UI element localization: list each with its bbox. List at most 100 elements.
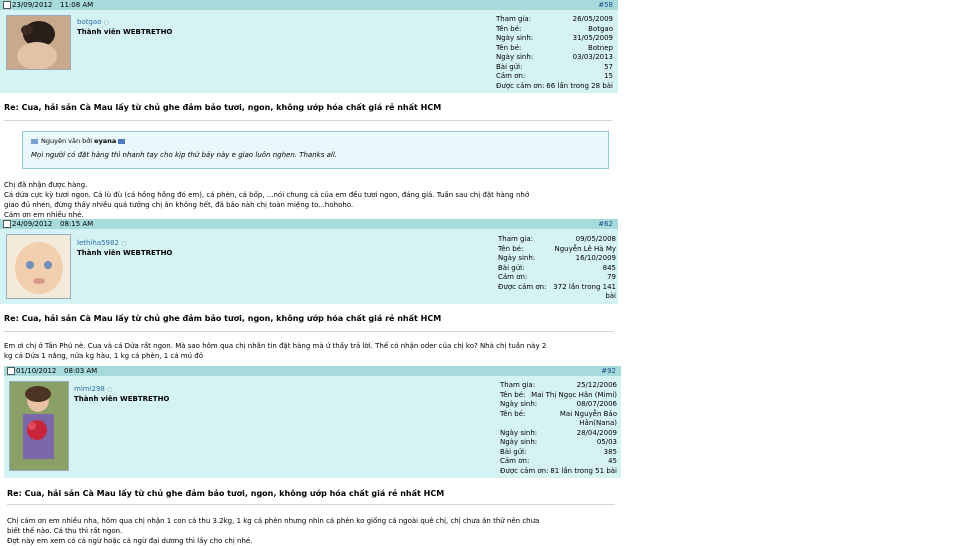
post-time: 08:15 AM <box>60 220 94 228</box>
body-line: Đợt này em xem có cá ngừ hoặc cá ngừ đại… <box>7 537 253 545</box>
username-link[interactable]: botgao ○ <box>77 18 109 26</box>
avatar[interactable] <box>9 381 69 471</box>
stat-value: 25/12/2006 <box>576 381 617 389</box>
body-line: kg cá Dứa 1 nắng, nửa kg hàu, 1 kg cá ph… <box>4 352 203 360</box>
post-title: Re: Cua, hải sản Cà Mau lấy từ chủ ghe đ… <box>4 314 442 323</box>
stat-label: Ngày sinh: <box>496 53 534 61</box>
username-link[interactable]: mimi298 ○ <box>74 385 112 393</box>
stat-value: 57 <box>604 62 613 71</box>
stat-value: 45 <box>608 457 617 465</box>
post-body: Chị đã nhận được hàng. Cá dứa cực kỳ tươ… <box>4 180 614 220</box>
post-date: 23/09/2012 <box>12 1 53 9</box>
user-title: Thành viên WEBTRETHO <box>77 28 173 36</box>
post-number-link[interactable]: #58 <box>598 0 613 10</box>
username-link[interactable]: lethiha5982 ○ <box>77 239 126 247</box>
stat-row: Ngày sinh: 08/07/2006 <box>500 400 617 410</box>
offline-status-icon: ○ <box>107 386 113 393</box>
stat-label: Ngày sinh: <box>500 428 538 437</box>
stat-row: Ngày sinh: 03/03/2013 <box>496 53 613 63</box>
user-stats: Tham gia: 26/05/2009 Tên bé: Botgao Ngày sin… <box>496 15 613 91</box>
stat-row: Bài gửi: 845 <box>498 264 616 274</box>
stat-row: Bài gửi: 57 <box>496 63 613 73</box>
user-info-panel: mimi298 ○ Thành viên WEBTRETHO Tham gia:… <box>4 376 621 478</box>
post-checkbox[interactable] <box>7 367 15 375</box>
quote-icon <box>31 138 38 144</box>
stat-value: 372 lần trong 141 <box>553 282 616 291</box>
stat-label: Tham gia: <box>496 15 532 23</box>
stat-value: bài <box>605 292 616 300</box>
post-title: Re: Cua, hải sản Cà Mau lấy từ chủ ghe đ… <box>7 489 445 498</box>
stat-row: Được cảm ơn: 81 lần trong 51 bài <box>500 467 617 477</box>
stat-label: Được cảm ơn: <box>500 466 549 475</box>
stat-row: Ngày sinh: 05/03 <box>500 438 617 448</box>
stat-value: 31/05/2009 <box>572 34 613 42</box>
quote-text: Mọi người có đặt hàng thì nhanh tay cho … <box>31 151 337 159</box>
user-stats: Tham gia: 25/12/2006 Tên bé: Mai Thị Ngọc H… <box>500 381 617 476</box>
user-stats: Tham gia: 09/05/2008 Tên bé: Nguyễn Lê Hà M… <box>498 235 616 302</box>
post-time: 11:08 AM <box>60 1 94 9</box>
stat-row: Ngày sinh: 31/05/2009 <box>496 34 613 44</box>
stat-value: 09/05/2008 <box>575 235 616 243</box>
stat-label: Tên bé: <box>500 390 526 399</box>
stat-value: 03/03/2013 <box>572 53 613 61</box>
post-header: 24/09/2012 08:15 AM #62 <box>0 219 618 229</box>
stat-label: Tên bé: <box>496 43 522 52</box>
stat-value: Hân(Nana) <box>579 419 617 427</box>
view-post-icon[interactable] <box>118 138 126 144</box>
post-date: 01/10/2012 <box>16 367 57 375</box>
stat-value: 16/10/2009 <box>575 254 616 262</box>
stat-label: Tên bé: <box>500 409 526 418</box>
quote-header: Nguyên văn bởi eyana <box>31 137 126 145</box>
stat-value: 08/07/2006 <box>576 400 617 408</box>
stat-value: 385 <box>603 447 617 456</box>
title-divider <box>4 331 614 332</box>
stat-row: Ngày sinh: 28/04/2009 <box>500 429 617 439</box>
stat-row: Được cảm ơn: 372 lần trong 141 <box>498 283 616 293</box>
avatar[interactable] <box>6 15 71 70</box>
stat-row: Ngày sinh: 16/10/2009 <box>498 254 616 264</box>
stat-label: Ngày sinh: <box>496 34 534 42</box>
stat-value: 845 <box>602 263 616 272</box>
quote-box: Nguyên văn bởi eyana Mọi người có đặt hà… <box>22 131 609 169</box>
stat-row: Tham gia: 26/05/2009 <box>496 15 613 25</box>
user-title: Thành viên WEBTRETHO <box>74 395 170 403</box>
post-checkbox[interactable] <box>3 1 11 9</box>
stat-label: Ngày sinh: <box>498 254 536 262</box>
post-number-link[interactable]: #92 <box>601 366 616 376</box>
stat-row: Tên bé: Mai Thị Ngọc Hân (Mimi) <box>500 391 617 401</box>
stat-label: Tên bé: <box>498 244 524 253</box>
post-body: Em ơi chị ở Tân Phú nè. Cua và cá Dứa rấ… <box>4 341 616 361</box>
post-title: Re: Cua, hải sản Cà Mau lấy từ chủ ghe đ… <box>4 103 442 112</box>
stat-label: Cảm ơn: <box>500 457 530 465</box>
stat-value: Botgao <box>588 24 613 33</box>
stat-label: Được cảm ơn: <box>498 282 547 291</box>
stat-row: Bài gửi: 385 <box>500 448 617 458</box>
stat-row: bài <box>498 292 616 302</box>
avatar[interactable] <box>6 234 71 299</box>
stat-row: Tên bé: Botgao <box>496 25 613 35</box>
title-divider <box>4 120 612 121</box>
stat-label: Tên bé: <box>496 24 522 33</box>
stat-row: Tham gia: 25/12/2006 <box>500 381 617 391</box>
stat-label: Bài gửi: <box>498 263 525 272</box>
offline-status-icon: ○ <box>103 19 109 26</box>
body-line: Em ơi chị ở Tân Phú nè. Cua và cá Dứa rấ… <box>4 342 547 350</box>
stat-label: Cảm ơn: <box>498 273 528 281</box>
stat-label: Cảm ơn: <box>496 72 526 80</box>
post-date: 24/09/2012 <box>12 220 53 228</box>
post-number-link[interactable]: #62 <box>598 219 613 229</box>
quote-author: eyana <box>94 137 117 145</box>
stat-value: 66 lần trong 28 bài <box>546 81 613 90</box>
post-header: 23/09/2012 11:08 AM #58 <box>0 0 618 10</box>
stat-row: Được cảm ơn: 66 lần trong 28 bài <box>496 82 613 92</box>
stat-value: Mai Nguyễn Bảo <box>559 409 617 418</box>
stat-label: Tham gia: <box>498 235 534 243</box>
post-checkbox[interactable] <box>3 220 11 228</box>
body-line: biết thế nào. Cá thu thì rất ngon. <box>7 527 123 535</box>
post-body: Chị cám ơn em nhiều nha, hôm qua chị nhậ… <box>7 516 617 546</box>
post-header: 01/10/2012 08:03 AM #92 <box>4 366 621 376</box>
stat-value: 28/04/2009 <box>576 428 617 437</box>
stat-value: 15 <box>604 72 613 80</box>
stat-row: Tên bé: Botnep <box>496 44 613 54</box>
stat-value: Botnep <box>587 43 613 52</box>
